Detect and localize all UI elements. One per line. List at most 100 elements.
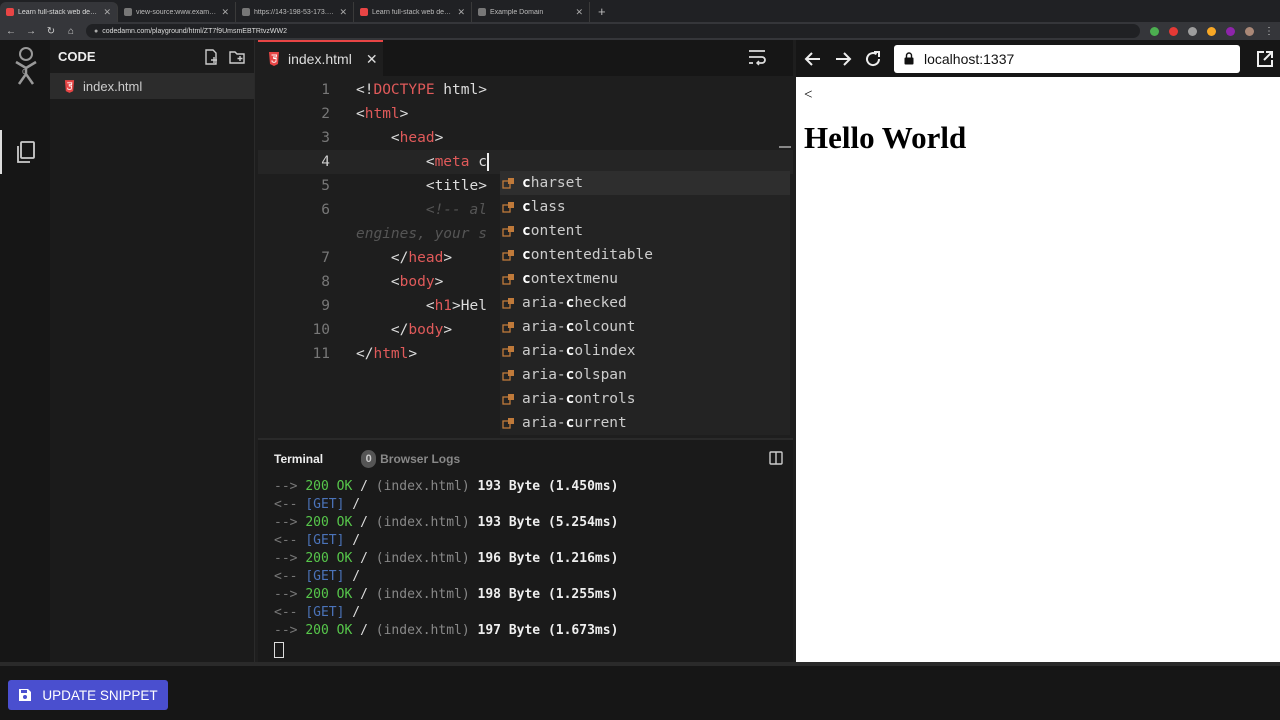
forward-icon[interactable]: →: [26, 26, 36, 37]
autocomplete-item[interactable]: aria-colindex: [500, 339, 790, 363]
autocomplete-item[interactable]: charset: [500, 171, 790, 195]
code-text: <h1>Hel: [356, 294, 487, 318]
browser-tab[interactable]: Learn full-stack web developm ✕: [354, 2, 472, 22]
preview-url-bar[interactable]: localhost:1337: [894, 44, 1240, 73]
code-token: <title>: [356, 178, 487, 194]
files-panel-button[interactable]: [0, 130, 50, 174]
autocomplete-item[interactable]: content: [500, 219, 790, 243]
tab-terminal[interactable]: Terminal: [274, 452, 323, 466]
autocomplete-item[interactable]: contextmenu: [500, 267, 790, 291]
autocomplete-item[interactable]: class: [500, 195, 790, 219]
browser-tab[interactable]: Example Domain ✕: [472, 2, 590, 22]
extension-icon[interactable]: [1226, 26, 1235, 36]
terminal-token: 200 OK: [305, 515, 353, 530]
terminal-line: <-- [GET] /: [274, 604, 793, 622]
terminal-token: 200 OK: [305, 623, 353, 638]
terminal-token: (index.html): [375, 551, 470, 566]
terminal-output[interactable]: --> 200 OK / (index.html) 193 Byte (1.45…: [258, 478, 793, 658]
extension-icon[interactable]: [1169, 26, 1178, 36]
autocomplete-suffix: hecked: [574, 295, 627, 311]
file-item[interactable]: index.html: [50, 73, 254, 99]
autocomplete-item[interactable]: aria-colspan: [500, 363, 790, 387]
close-tab-icon[interactable]: ✕: [457, 7, 465, 18]
terminal-line: --> 200 OK / (index.html) 198 Byte (1.25…: [274, 586, 793, 604]
autocomplete-suffix: ontent: [530, 223, 584, 239]
autocomplete-item[interactable]: aria-current: [500, 411, 790, 435]
terminal-line: --> 200 OK / (index.html) 193 Byte (5.25…: [274, 514, 793, 532]
preview-forward-icon[interactable]: [834, 50, 852, 68]
code-text: <!-- al: [356, 198, 487, 222]
new-tab-icon[interactable]: +: [590, 2, 614, 22]
code-token: >: [408, 346, 418, 362]
browser-tab[interactable]: view-source:www.example.com ✕: [118, 2, 236, 22]
profile-avatar[interactable]: [1245, 26, 1254, 36]
browser-tab[interactable]: Learn full-stack web developm ✕: [0, 2, 118, 22]
back-icon[interactable]: ←: [6, 26, 16, 37]
menu-icon[interactable]: ⋮: [1264, 26, 1274, 37]
word-wrap-icon[interactable]: [747, 48, 767, 66]
terminal-token: (index.html): [375, 479, 470, 494]
open-external-icon[interactable]: [1256, 50, 1274, 68]
update-snippet-label: UPDATE SNIPPET: [42, 687, 158, 703]
files-icon: [17, 141, 35, 163]
terminal-token: (index.html): [375, 587, 470, 602]
autocomplete-label: class: [522, 199, 566, 215]
browser-tab-label: view-source:www.example.com: [136, 8, 217, 16]
lock-icon: ●: [94, 27, 99, 35]
terminal-token: /: [360, 479, 368, 494]
preview-toolbar: localhost:1337: [796, 40, 1280, 77]
preview-back-icon[interactable]: [804, 50, 822, 68]
new-folder-icon[interactable]: [229, 49, 246, 65]
close-tab-icon[interactable]: ✕: [575, 7, 583, 18]
autocomplete-item[interactable]: contenteditable: [500, 243, 790, 267]
terminal-token: 193 Byte (1.450ms): [477, 479, 619, 494]
line-number: 10: [312, 322, 330, 338]
close-tab-icon[interactable]: ✕: [339, 7, 347, 18]
code-token: <!: [356, 82, 374, 98]
extension-icon[interactable]: [1207, 26, 1216, 36]
text-cursor: [486, 153, 489, 171]
autocomplete-suffix: olspan: [574, 367, 627, 383]
autocomplete-item[interactable]: aria-controls: [500, 387, 790, 411]
code-line: 2 <html>: [258, 102, 793, 126]
code-token: h1: [434, 298, 453, 314]
code-editor: index.html ✕ 1 <!DOCTYPE html> 2 <html> 3 <h…: [258, 40, 793, 435]
preview-reload-icon[interactable]: [864, 50, 882, 68]
autocomplete-match: c: [522, 247, 531, 263]
code-text: <meta c: [356, 150, 489, 174]
autocomplete-item[interactable]: aria-colcount: [500, 315, 790, 339]
codedamn-logo-icon: c: [15, 47, 37, 85]
terminal-token: <--: [274, 497, 298, 512]
close-tab-icon[interactable]: ✕: [221, 7, 229, 18]
update-snippet-button[interactable]: UPDATE SNIPPET: [8, 680, 168, 710]
close-tab-icon[interactable]: ✕: [366, 51, 378, 68]
code-text: <body>: [356, 270, 443, 294]
property-icon: [502, 298, 514, 309]
address-text: codedamn.com/playground/html/ZT7f9UmsmEB…: [102, 27, 288, 35]
code-line: 3 <head>: [258, 126, 793, 150]
browser-tab[interactable]: https://143-198-53-173.dns.c ✕: [236, 2, 354, 22]
html5-icon: [269, 52, 279, 66]
address-bar[interactable]: ● codedamn.com/playground/html/ZT7f9Umsm…: [86, 24, 1140, 38]
favicon-icon: [6, 8, 14, 16]
property-icon: [502, 322, 514, 333]
tab-browser-logs[interactable]: 0 Browser Logs: [361, 450, 460, 468]
editor-tab-index-html[interactable]: index.html ✕: [258, 40, 383, 76]
new-file-icon[interactable]: [203, 48, 219, 65]
extension-icon[interactable]: [1188, 26, 1197, 36]
code-token: <: [356, 130, 400, 146]
line-number: 6: [321, 202, 330, 218]
close-tab-icon[interactable]: ✕: [103, 7, 111, 18]
code-token: >: [443, 250, 453, 266]
autocomplete-label: aria-colcount: [522, 319, 636, 335]
autocomplete-item[interactable]: aria-checked: [500, 291, 790, 315]
favicon-icon: [478, 8, 486, 16]
reload-icon[interactable]: ↻: [46, 26, 56, 37]
line-number: 3: [321, 130, 330, 146]
autocomplete-prefix: aria-: [522, 343, 566, 359]
extension-icon[interactable]: [1150, 26, 1159, 36]
split-panel-icon[interactable]: [769, 451, 783, 465]
terminal-token: -->: [274, 479, 298, 494]
property-icon: [502, 346, 514, 357]
home-icon[interactable]: ⌂: [66, 26, 76, 37]
